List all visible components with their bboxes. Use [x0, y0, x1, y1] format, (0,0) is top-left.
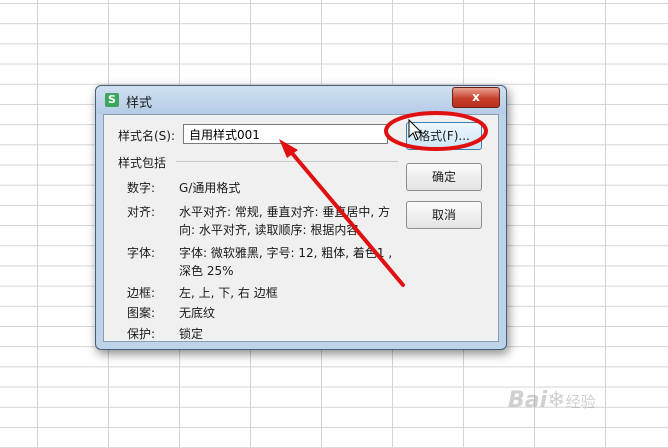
baidu-watermark: Bai❄经验: [508, 388, 596, 413]
watermark-text2: 经验: [565, 393, 596, 411]
annotation-arrow: [284, 144, 405, 287]
highlight-ellipse: [384, 111, 488, 151]
watermark-text: Bai: [508, 388, 548, 413]
mouse-cursor-icon: [408, 118, 423, 141]
paw-icon: ❄: [547, 388, 566, 413]
annotation-overlay: [279, 111, 488, 287]
